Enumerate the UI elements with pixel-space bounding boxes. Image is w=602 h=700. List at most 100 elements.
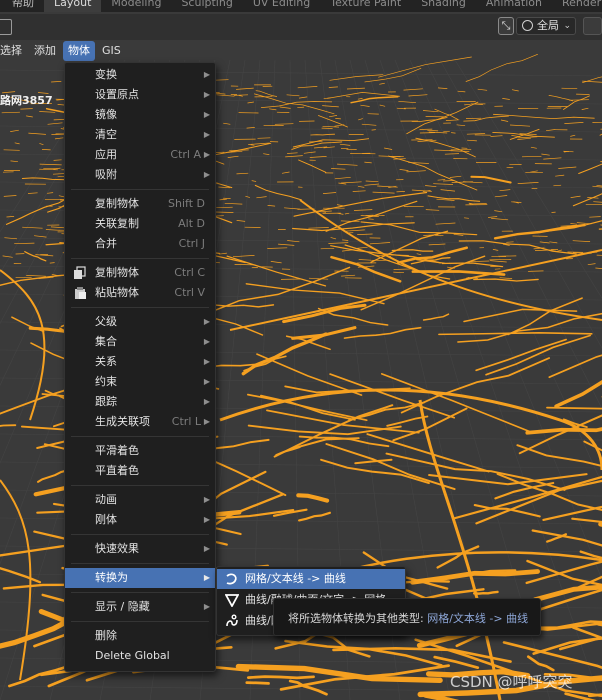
object-menu-item-label: 粘贴物体 (95, 286, 139, 299)
object-menu-item-label: 合并 (95, 237, 117, 250)
object-menu-item[interactable]: 关系 ▶ (65, 352, 215, 372)
workspace-tab-4[interactable]: UV Editing (243, 0, 320, 12)
object-menu-item-label: 转换为 (95, 571, 128, 584)
active-object-label: 路网3857 (0, 94, 53, 107)
menu-separator (71, 592, 209, 593)
viewport-menubar: 选择 添加 物体 GIS (0, 40, 128, 62)
object-menu-item[interactable]: 刚体 ▶ (65, 510, 215, 530)
submenu-arrow-icon: ▶ (203, 515, 210, 524)
object-menu-item-label: 刚体 (95, 513, 117, 526)
snap-icon[interactable] (583, 17, 602, 35)
object-menu-item[interactable]: 复制物体 Shift D (65, 194, 215, 214)
submenu-arrow-icon: ▶ (203, 544, 210, 553)
object-menu-item[interactable]: 跟踪 ▶ (65, 392, 215, 412)
object-menu-item-label: 清空 (95, 128, 117, 141)
copy-icon (74, 266, 86, 279)
submenu-arrow-icon: ▶ (203, 110, 210, 119)
tooltip: 将所选物体转换为其他类型: 网格/文本线 -> 曲线 (273, 598, 541, 636)
tool-mode-icon[interactable] (0, 19, 12, 35)
object-menu-item-label: 平直着色 (95, 464, 139, 477)
object-menu-item-label: 设置原点 (95, 88, 139, 101)
submenu-arrow-icon: ▶ (203, 150, 210, 159)
shortcut-hint: Ctrl C (174, 266, 205, 279)
object-menu-item[interactable]: 关联复制 Alt D (65, 214, 215, 234)
submenu-arrow-icon: ▶ (203, 573, 210, 582)
object-menu: 变换 ▶ 设置原点 ▶ 镜像 ▶ 清空 ▶ 应用 Ctrl A ▶ 吸附 ▶ 复制物体 Shift D 关联复… (64, 62, 216, 672)
object-menu-item[interactable]: 应用 Ctrl A ▶ (65, 145, 215, 165)
mesh-icon (225, 594, 239, 607)
object-menu-item[interactable]: 设置原点 ▶ (65, 85, 215, 105)
workspace-tab-0[interactable]: 帮助 (0, 0, 44, 12)
object-menu-item-label: 关系 (95, 355, 117, 368)
workspace-tab-6[interactable]: Shading (411, 0, 476, 12)
object-menu-item[interactable]: 父级 ▶ (65, 312, 215, 332)
object-menu-item[interactable]: 平滑着色 (65, 441, 215, 461)
menu-separator (71, 258, 209, 259)
object-menu-item[interactable]: 平直着色 (65, 461, 215, 481)
workspace-tab-3[interactable]: Sculpting (171, 0, 242, 12)
object-menu-item[interactable]: 快速效果 ▶ (65, 539, 215, 559)
object-menu-item-label: 动画 (95, 493, 117, 506)
tooltip-text: 将所选物体转换为其他类型: (288, 612, 428, 625)
transform-orientation-select[interactable]: 全局 ⌄ (516, 17, 576, 35)
menu-object[interactable]: 物体 (63, 41, 95, 61)
menu-select[interactable]: 选择 (0, 41, 27, 61)
object-menu-item-label: 集合 (95, 335, 117, 348)
object-menu-item-label: 吸附 (95, 168, 117, 181)
object-menu-item-label: Delete Global (95, 649, 170, 662)
chevron-down-icon: ⌄ (563, 21, 571, 31)
workspace-tab-8[interactable]: Rendering (552, 0, 602, 12)
object-menu-item[interactable]: 清空 ▶ (65, 125, 215, 145)
object-menu-item-label: 应用 (95, 148, 117, 161)
convert-submenu-item-label: 网格/文本线 -> 曲线 (245, 572, 346, 585)
object-menu-item[interactable]: 动画 ▶ (65, 490, 215, 510)
object-menu-item-label: 显示 / 隐藏 (95, 600, 150, 613)
object-menu-item-label: 复制物体 (95, 266, 139, 279)
transform-orientation-icon[interactable]: ⤡ (498, 17, 514, 35)
convert-submenu-item[interactable]: 网格/文本线 -> 曲线 (217, 569, 405, 589)
object-menu-item[interactable]: 复制物体 Ctrl C (65, 263, 215, 283)
object-menu-item[interactable]: Delete Global (65, 646, 215, 666)
object-menu-item[interactable]: 转换为 ▶ (65, 568, 215, 588)
submenu-arrow-icon: ▶ (203, 602, 210, 611)
menu-separator (71, 307, 209, 308)
submenu-arrow-icon: ▶ (203, 130, 210, 139)
object-menu-item-label: 父级 (95, 315, 117, 328)
workspace-tab-5[interactable]: Texture Paint (320, 0, 411, 12)
object-menu-item[interactable]: 粘贴物体 Ctrl V (65, 283, 215, 303)
menu-separator (71, 436, 209, 437)
object-menu-item[interactable]: 变换 ▶ (65, 65, 215, 85)
menu-add[interactable]: 添加 (29, 41, 61, 61)
object-menu-item-label: 复制物体 (95, 197, 139, 210)
workspace-tab-bar: 帮助 Layout Modeling Sculpting UV Editing Textu… (0, 0, 602, 12)
object-menu-item[interactable]: 删除 (65, 626, 215, 646)
workspace-tab-1[interactable]: Layout (44, 0, 102, 12)
shortcut-hint: Ctrl A (170, 148, 201, 161)
object-menu-item-label: 平滑着色 (95, 444, 139, 457)
submenu-arrow-icon: ▶ (203, 397, 210, 406)
object-menu-item-label: 变换 (95, 68, 117, 81)
object-menu-item[interactable]: 约束 ▶ (65, 372, 215, 392)
menu-separator (71, 534, 209, 535)
object-menu-item[interactable]: 镜像 ▶ (65, 105, 215, 125)
submenu-arrow-icon: ▶ (203, 90, 210, 99)
object-menu-item[interactable]: 显示 / 隐藏 ▶ (65, 597, 215, 617)
submenu-arrow-icon: ▶ (203, 337, 210, 346)
object-menu-item[interactable]: 吸附 ▶ (65, 165, 215, 185)
object-menu-item-label: 约束 (95, 375, 117, 388)
shortcut-hint: Shift D (168, 197, 205, 210)
curve-icon (226, 573, 237, 585)
object-menu-item-label: 镜像 (95, 108, 117, 121)
menu-separator (71, 485, 209, 486)
shortcut-hint: Alt D (178, 217, 205, 230)
menu-gis[interactable]: GIS (97, 41, 126, 61)
menu-separator (71, 621, 209, 622)
tooltip-value: 网格/文本线 -> 曲线 (427, 612, 529, 625)
workspace-tab-2[interactable]: Modeling (101, 0, 171, 12)
object-menu-item[interactable]: 生成关联项 Ctrl L ▶ (65, 412, 215, 432)
object-menu-item[interactable]: 合并 Ctrl J (65, 234, 215, 254)
workspace-tab-7[interactable]: Animation (476, 0, 552, 12)
globe-icon (522, 20, 533, 31)
object-menu-item-label: 删除 (95, 629, 117, 642)
object-menu-item[interactable]: 集合 ▶ (65, 332, 215, 352)
